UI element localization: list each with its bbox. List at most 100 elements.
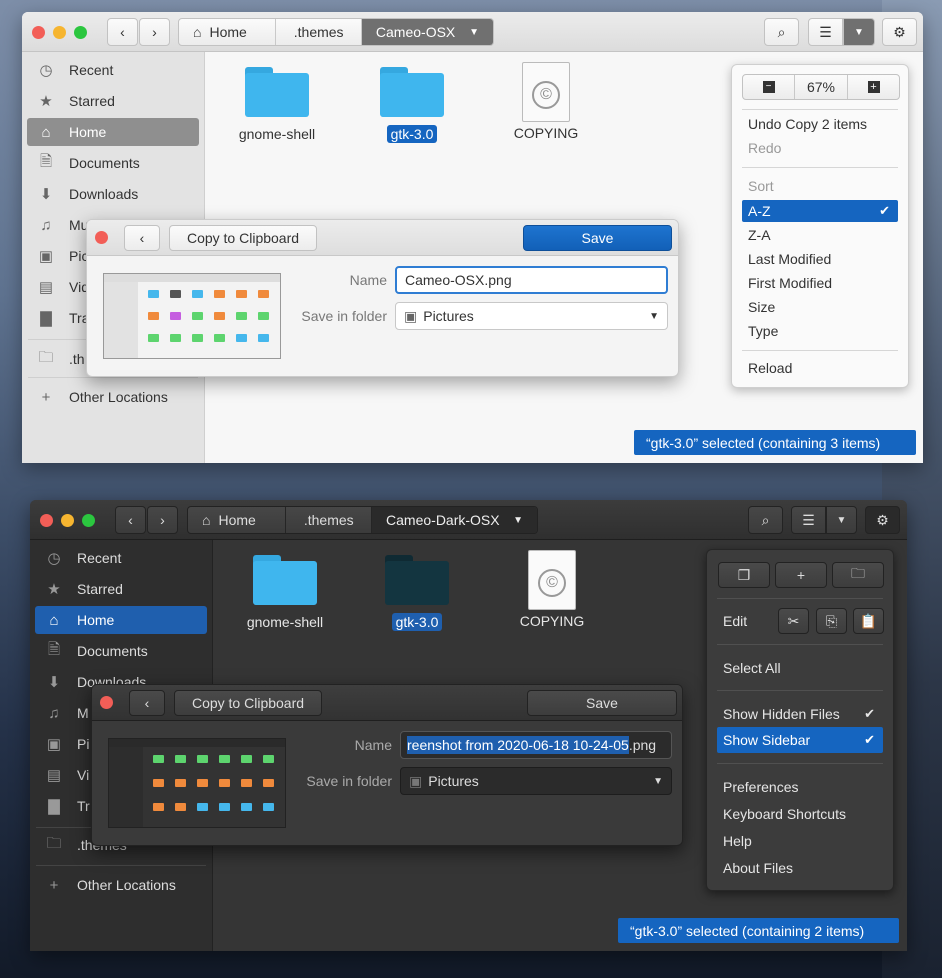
chevron-down-icon: ▼ xyxy=(649,310,659,322)
home-icon: ⌂ xyxy=(41,123,51,141)
sidebar-item-starred[interactable]: ★ Starred xyxy=(35,575,207,603)
copy-to-clipboard-dialog-light: ‹ Copy to Clipboard Save Name Cameo-OSX.… xyxy=(86,219,679,377)
dialog-close-button[interactable] xyxy=(100,696,113,709)
film-icon: ▤ xyxy=(46,767,62,784)
status-floating-bar: “gtk-3.0” selected (containing 2 items) xyxy=(618,918,899,943)
crumb-themes[interactable]: .themes xyxy=(276,19,362,45)
sort-last-modified[interactable]: Last Modified xyxy=(742,248,898,270)
reload-menu-item[interactable]: Reload xyxy=(742,357,898,379)
sort-z-a[interactable]: Z-A xyxy=(742,224,898,246)
sidebar-item-home[interactable]: ⌂ Home xyxy=(35,606,207,634)
folder-icon: 🗀 xyxy=(38,348,54,366)
search-button[interactable]: ⌕ xyxy=(748,506,783,534)
forward-button[interactable]: › xyxy=(147,506,178,534)
view-mode-button[interactable]: ☰ xyxy=(791,506,826,534)
copy-button[interactable]: ⎘ xyxy=(816,608,847,634)
search-icon: ⌕ xyxy=(777,23,786,40)
dialog-back-button[interactable]: ‹ xyxy=(129,690,165,716)
app-menu-popover: ❐ + 🗀 Edit ✂ ⎘ 📋 Select All Show Hidden … xyxy=(706,549,894,891)
new-folder-button[interactable]: 🗀 xyxy=(832,562,884,588)
crumb-current[interactable]: Cameo-OSX ▼ xyxy=(361,19,493,45)
zoom-in-button[interactable]: + xyxy=(847,75,899,99)
camera-icon: ▣ xyxy=(38,248,54,265)
file-item-gnome-shell[interactable]: gnome-shell xyxy=(235,555,335,631)
save-in-folder-label: Save in folder xyxy=(301,308,387,324)
file-item-gtk-3[interactable]: gtk-3.0 xyxy=(367,555,467,631)
preferences-menu-item[interactable]: Preferences xyxy=(717,776,883,798)
file-item-gnome-shell[interactable]: gnome-shell xyxy=(227,67,327,143)
sidebar-item-other-locations[interactable]: + Other Locations xyxy=(35,871,207,899)
forward-icon: › xyxy=(160,512,165,528)
folder-select[interactable]: ▣ Pictures ▼ xyxy=(395,302,668,330)
sort-a-z[interactable]: A-Z ✔ xyxy=(742,200,898,222)
new-window-button[interactable]: ❐ xyxy=(718,562,770,588)
back-button[interactable]: ‹ xyxy=(115,506,146,534)
sort-first-modified[interactable]: First Modified xyxy=(742,272,898,294)
sidebar-item-documents[interactable]: 🗎 Documents xyxy=(35,637,207,665)
sort-size[interactable]: Size xyxy=(742,296,898,318)
crumb-themes[interactable]: .themes xyxy=(286,507,373,533)
minimize-button[interactable] xyxy=(61,514,74,527)
show-sidebar-item[interactable]: Show Sidebar ✔ xyxy=(717,727,883,753)
zoom-out-button[interactable]: − xyxy=(743,75,795,99)
star-icon: ★ xyxy=(39,93,53,110)
paste-button[interactable]: 📋 xyxy=(853,608,884,634)
text-file-icon: © xyxy=(528,550,576,610)
maximize-button[interactable] xyxy=(82,514,95,527)
sidebar-item-downloads[interactable]: ⬇ Downloads xyxy=(27,180,199,208)
help-menu-item[interactable]: Help xyxy=(717,830,883,852)
home-icon: ⌂ xyxy=(202,512,211,528)
crumb-current[interactable]: Cameo-Dark-OSX ▼ xyxy=(372,507,537,533)
filename-input[interactable]: Cameo-OSX.png xyxy=(395,266,668,294)
copy-to-clipboard-button[interactable]: Copy to Clipboard xyxy=(169,225,317,251)
about-menu-item[interactable]: About Files xyxy=(717,857,883,879)
new-tab-button[interactable]: + xyxy=(775,562,827,588)
sidebar-separator xyxy=(36,865,206,866)
copy-to-clipboard-button[interactable]: Copy to Clipboard xyxy=(174,690,322,716)
check-icon: ✔ xyxy=(864,706,875,721)
sidebar-item-recent[interactable]: ◷ Recent xyxy=(27,56,199,84)
forward-button[interactable]: › xyxy=(139,18,170,46)
file-item-copying[interactable]: © COPYING xyxy=(502,550,602,630)
document-icon: 🗎 xyxy=(47,640,61,658)
keyboard-shortcuts-menu-item[interactable]: Keyboard Shortcuts xyxy=(717,803,883,825)
close-button[interactable] xyxy=(40,514,53,527)
view-options-button[interactable]: ▼ xyxy=(826,506,857,534)
folder-select[interactable]: ▣ Pictures ▼ xyxy=(400,767,672,795)
app-menu-button[interactable]: ⚙ xyxy=(865,506,900,534)
show-hidden-files-item[interactable]: Show Hidden Files ✔ xyxy=(717,703,883,725)
check-icon: ✔ xyxy=(864,732,875,747)
maximize-button[interactable] xyxy=(74,26,87,39)
crumb-home[interactable]: ⌂ Home xyxy=(188,507,287,533)
camera-icon: ▣ xyxy=(46,736,62,753)
undo-menu-item[interactable]: Undo Copy 2 items xyxy=(742,113,898,135)
select-all-menu-item[interactable]: Select All xyxy=(717,657,883,679)
sidebar-item-recent[interactable]: ◷ Recent xyxy=(35,544,207,572)
back-button[interactable]: ‹ xyxy=(107,18,138,46)
zoom-level[interactable]: 67% xyxy=(795,75,847,99)
view-mode-button[interactable]: ☰ xyxy=(808,18,843,46)
sort-type[interactable]: Type xyxy=(742,320,898,342)
search-button[interactable]: ⌕ xyxy=(764,18,799,46)
sidebar-item-documents[interactable]: 🗎 Documents xyxy=(27,149,199,177)
app-menu-button[interactable]: ⚙ xyxy=(882,18,917,46)
cut-button[interactable]: ✂ xyxy=(778,608,809,634)
sidebar-item-other-locations[interactable]: + Other Locations xyxy=(27,383,199,411)
file-item-copying[interactable]: © COPYING xyxy=(496,62,596,142)
menu-separator xyxy=(742,167,898,168)
view-options-button[interactable]: ▼ xyxy=(843,18,875,46)
save-button[interactable]: Save xyxy=(523,225,672,251)
close-button[interactable] xyxy=(32,26,45,39)
dialog-back-button[interactable]: ‹ xyxy=(124,225,160,251)
crumb-home[interactable]: ⌂ Home xyxy=(179,19,277,45)
minimize-button[interactable] xyxy=(53,26,66,39)
sidebar-item-starred[interactable]: ★ Starred xyxy=(27,87,199,115)
trash-icon: ▇ xyxy=(40,310,52,327)
file-item-gtk-3[interactable]: gtk-3.0 xyxy=(362,67,462,143)
filename-input[interactable]: reenshot from 2020-06-18 10-24-05 .png xyxy=(400,731,672,759)
sidebar-item-home[interactable]: ⌂ Home xyxy=(27,118,199,146)
chevron-down-icon: ▼ xyxy=(513,514,523,526)
save-button[interactable]: Save xyxy=(527,690,677,716)
plus-icon: + xyxy=(796,567,806,583)
dialog-close-button[interactable] xyxy=(95,231,108,244)
